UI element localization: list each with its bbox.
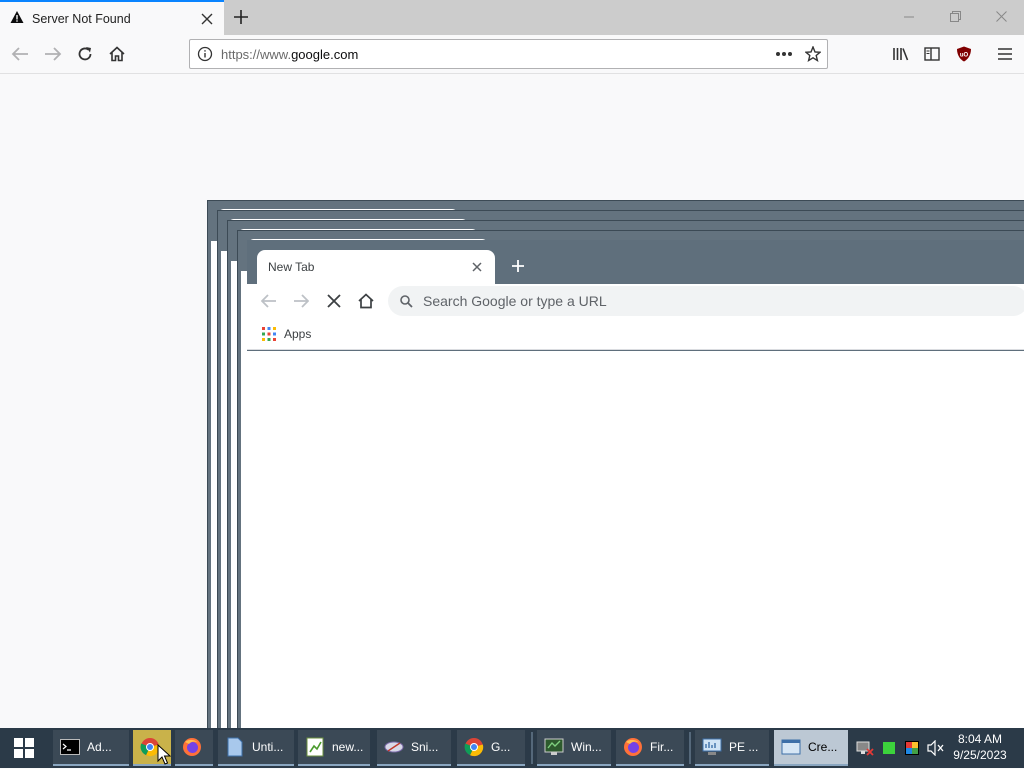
taskbar-item-create[interactable]: Cre... [774,730,848,766]
taskbar-item-windows[interactable]: Win... [537,730,611,766]
chrome-page-content [247,351,1024,728]
taskbar: Ad... Unti... new... Sni... G... Win... … [0,728,1024,768]
search-icon [400,294,413,308]
start-button[interactable] [0,728,48,768]
chrome-window[interactable]: New Tab Search Google or type a URL Apps [247,240,1024,728]
firefox-tab-title: Server Not Found [32,11,131,26]
url-text: https://www.google.com [221,47,775,62]
taskbar-item-label: G... [491,740,511,754]
chrome-omnibox[interactable]: Search Google or type a URL [388,286,1024,316]
taskbar-item-pe[interactable]: PE ... [695,730,769,766]
network-error-icon[interactable] [856,739,874,757]
taskbar-item-label: PE ... [729,740,759,754]
chrome-icon [463,736,485,758]
status-green-icon[interactable] [880,739,898,757]
more-icon[interactable] [775,51,793,57]
chrome-tab-new-tab[interactable]: New Tab [257,250,495,284]
snipping-icon [383,736,405,758]
url-host: google.com [291,46,359,62]
taskbar-item-label: Fir... [650,740,674,754]
taskbar-item-new[interactable]: new... [298,730,370,766]
taskbar-item-label: Ad... [87,740,112,754]
back-button[interactable] [6,40,34,68]
minimize-button[interactable] [886,0,932,33]
chrome-back-button[interactable] [255,287,283,315]
warning-icon [10,10,24,27]
color-palette-icon[interactable] [903,739,921,757]
taskbar-item-untitled[interactable]: Unti... [218,730,294,766]
taskbar-item-snipping[interactable]: Sni... [377,730,451,766]
chrome-forward-button[interactable] [287,287,315,315]
new-tab-button[interactable] [229,5,253,29]
restore-button[interactable] [932,0,978,33]
spreadsheet-icon [304,736,326,758]
reload-button[interactable] [71,40,99,68]
speaker-muted-icon[interactable] [927,739,945,757]
system-clock[interactable]: 8:04 AM 9/25/2023 [950,731,1010,763]
library-icon[interactable] [887,40,915,68]
star-icon[interactable] [805,46,821,62]
chrome-home-button[interactable] [352,287,380,315]
firefox-icon [622,736,644,758]
firefox-icon [181,736,203,758]
taskbar-item-admin-console[interactable]: Ad... [53,730,129,766]
firefox-tab-strip: Server Not Found [0,0,1024,35]
omnibox-placeholder: Search Google or type a URL [423,293,607,309]
taskbar-item-firefox-window[interactable]: Fir... [616,730,684,766]
taskbar-item-label: Sni... [411,740,439,754]
sidebar-icon[interactable] [918,40,946,68]
taskbar-item-label: Cre... [808,740,838,754]
chrome-tab-title: New Tab [268,260,315,274]
chrome-new-tab-button[interactable] [507,255,529,277]
taskbar-item-label: Win... [571,740,602,754]
taskbar-item-firefox[interactable] [175,730,213,766]
chrome-toolbar: Search Google or type a URL [247,284,1024,318]
taskbar-item-label: new... [332,740,364,754]
apps-grid-icon[interactable] [262,326,276,341]
close-icon[interactable] [469,259,485,275]
firefox-navigation-bar: https://www.google.com uO [0,35,1024,74]
clock-time: 8:04 AM [957,732,1003,746]
taskbar-separator [531,732,533,764]
menu-icon[interactable] [991,40,1019,68]
info-icon[interactable] [197,46,213,62]
close-window-button[interactable] [978,0,1024,33]
window-icon [780,736,802,758]
taskbar-item-google-chrome[interactable]: G... [457,730,525,766]
document-icon [224,736,246,758]
mouse-cursor-icon [157,743,172,769]
svg-text:uO: uO [960,53,969,59]
ublock-icon[interactable]: uO [950,40,978,68]
firefox-tab-server-not-found[interactable]: Server Not Found [0,0,224,35]
chrome-bookmarks-bar: Apps [247,318,1024,350]
url-bar[interactable]: https://www.google.com [189,39,828,69]
terminal-icon [59,736,81,758]
taskbar-separator [689,732,691,764]
taskbar-item-label: Unti... [252,740,284,754]
close-icon[interactable] [196,8,218,30]
home-button[interactable] [103,40,131,68]
chrome-stop-button[interactable] [320,287,348,315]
clock-date: 9/25/2023 [953,748,1007,762]
windows-icon [14,738,34,758]
forward-button[interactable] [39,40,67,68]
url-prefix: https://www. [221,46,292,62]
monitor-icon [701,736,723,758]
console-icon [543,736,565,758]
apps-bookmark[interactable]: Apps [284,327,311,341]
